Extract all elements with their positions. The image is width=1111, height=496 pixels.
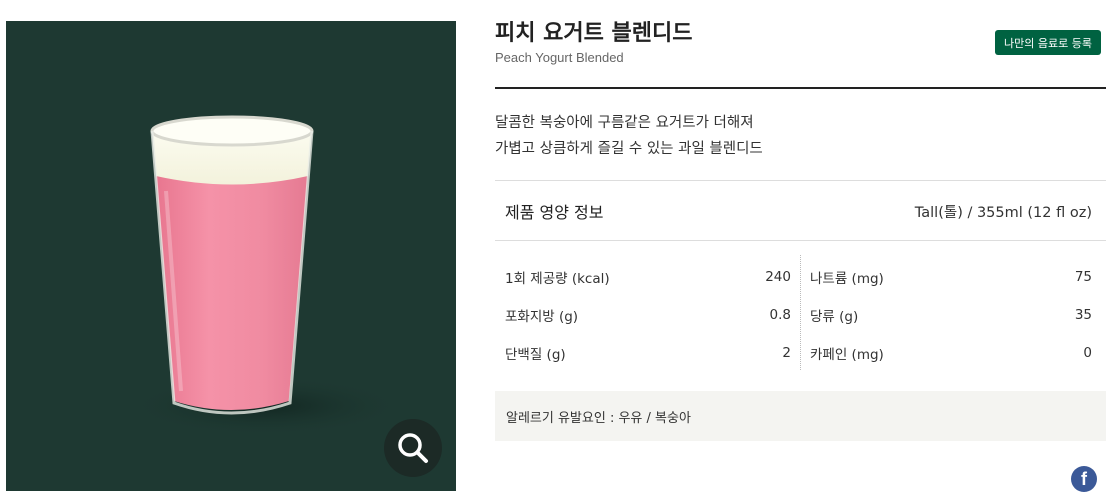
register-my-drink-button[interactable]: 나만의 음료로 등록 [995,30,1101,55]
nutrient-label: 카페인 (mg) [810,347,884,363]
column-divider [800,255,801,370]
nutrient-value: 35 [1074,307,1092,323]
zoom-button[interactable] [384,419,442,477]
divider [495,240,1106,241]
facebook-icon[interactable]: f [1071,466,1097,492]
nutrient-label: 나트륨 (mg) [810,271,884,287]
product-image [6,21,456,491]
serving-size: Tall(톨) / 355ml (12 fl oz) [914,205,1092,221]
nutrient-value: 240 [765,269,791,285]
allergy-text: 알레르기 유발요인 : 우유 / 복숭아 [506,410,691,426]
nutrient-value: 0 [1083,345,1092,361]
nutrient-value: 0.8 [769,307,791,323]
drink-glass-illustration [126,115,406,436]
nutrient-label: 1회 제공량 (kcal) [505,271,610,287]
nutrient-value: 2 [782,345,791,361]
nutrition-row: 당류 (g) 35 [810,296,1092,334]
nutrition-heading: 제품 영양 정보 [505,203,604,222]
description-line: 가볍고 상큼하게 즐길 수 있는 과일 블렌디드 [495,141,763,157]
product-subtitle: Peach Yogurt Blended [495,50,624,65]
nutrition-row: 1회 제공량 (kcal) 240 [505,258,791,296]
product-title: 피치 요거트 블렌디드 [495,21,693,46]
divider [495,180,1106,181]
nutrition-list-left: 1회 제공량 (kcal) 240 포화지방 (g) 0.8 단백질 (g) 2 [505,258,791,372]
nutrition-row: 포화지방 (g) 0.8 [505,296,791,334]
description-line: 달콤한 복숭아에 구름같은 요거트가 더해져 [495,115,754,131]
nutrient-label: 포화지방 (g) [505,309,579,325]
nutrient-label: 당류 (g) [810,309,859,325]
title-divider [495,87,1106,89]
nutrition-row: 나트륨 (mg) 75 [810,258,1092,296]
nutrition-row: 단백질 (g) 2 [505,334,791,372]
nutrient-label: 단백질 (g) [505,347,566,363]
search-icon [398,433,428,463]
nutrition-list-right: 나트륨 (mg) 75 당류 (g) 35 카페인 (mg) 0 [810,258,1092,372]
nutrient-value: 75 [1074,269,1092,285]
allergy-info: 알레르기 유발요인 : 우유 / 복숭아 [495,391,1106,441]
nutrition-row: 카페인 (mg) 0 [810,334,1092,372]
